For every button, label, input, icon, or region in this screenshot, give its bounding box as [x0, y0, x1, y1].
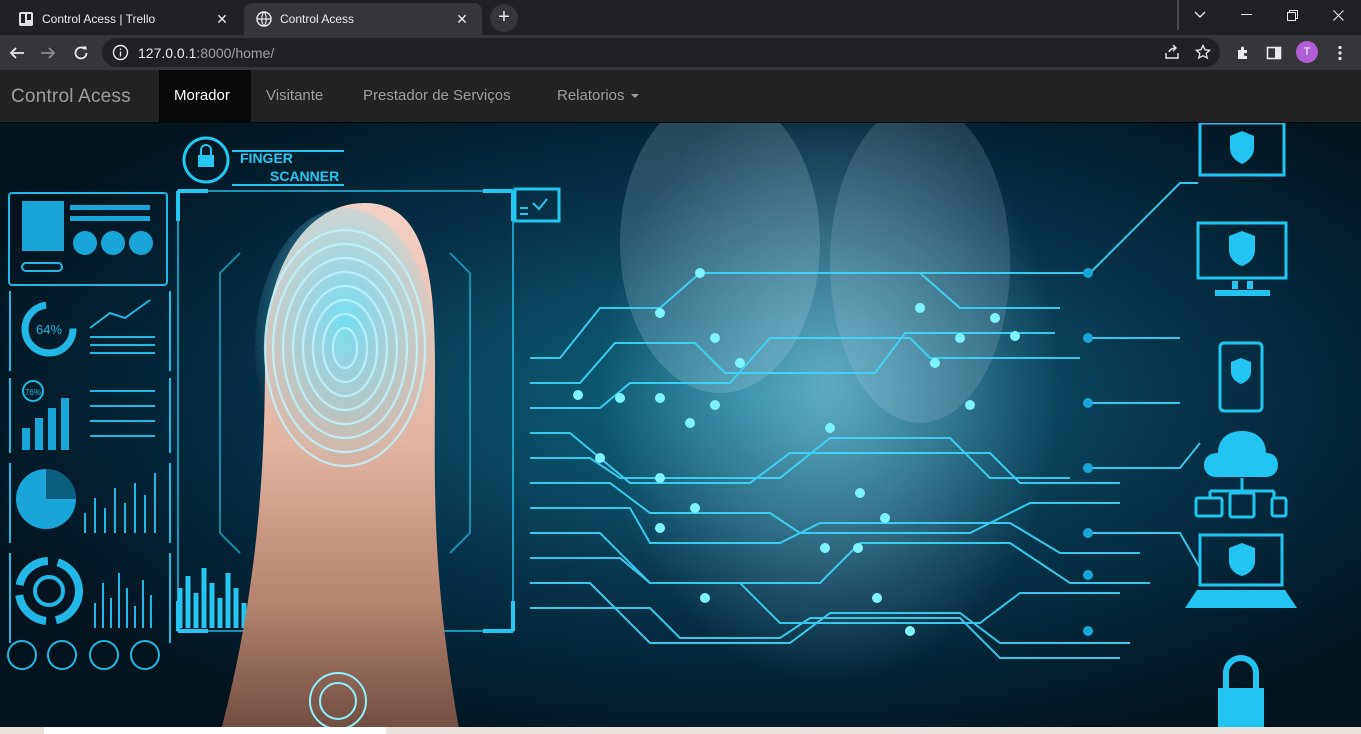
scanner-label-finger: FINGER: [240, 150, 293, 166]
tab-title: Control Acess: [280, 12, 355, 26]
tab-trello[interactable]: Control Acess | Trello ✕: [6, 3, 242, 35]
nav-prestador-de-servicos[interactable]: Prestador de Serviços: [348, 70, 526, 122]
brand[interactable]: Control Acess: [11, 86, 131, 108]
tab-close-icon[interactable]: ✕: [214, 11, 230, 27]
fingerprint-security-illustration: 64% 76% FINGER SCANNER: [0, 123, 1361, 734]
site-info-icon[interactable]: [112, 44, 129, 61]
extensions-icon[interactable]: [1233, 43, 1253, 63]
address-bar[interactable]: 127.0.0.1:8000/home/: [102, 38, 1220, 67]
close-window-icon[interactable]: [1315, 0, 1361, 30]
globe-icon: [256, 11, 272, 27]
caret-down-icon: [630, 94, 639, 99]
tab-control-acess[interactable]: Control Acess ✕: [244, 3, 482, 35]
site-navbar: Control Acess Morador Visitante Prestado…: [0, 70, 1361, 123]
scanner-label-scanner: SCANNER: [270, 168, 339, 184]
minimize-icon[interactable]: [1223, 0, 1269, 30]
window-controls: [1177, 0, 1361, 30]
bookmark-star-icon[interactable]: [1193, 42, 1213, 62]
nav-visitante[interactable]: Visitante: [251, 70, 338, 122]
gauge-small-label: 76%: [25, 388, 41, 397]
url-text: 127.0.0.1:8000/home/: [138, 45, 274, 61]
nav-morador[interactable]: Morador: [159, 70, 251, 122]
bottom-strip-highlight: [44, 727, 386, 734]
url-path: :8000/home/: [196, 45, 275, 61]
restore-icon[interactable]: [1269, 0, 1315, 30]
browser-toolbar: 127.0.0.1:8000/home/ T: [0, 35, 1361, 70]
trello-icon: [18, 11, 34, 27]
tab-search-icon[interactable]: [1177, 0, 1223, 30]
nav-relatorios-dropdown[interactable]: Relatorios: [542, 70, 654, 122]
share-icon[interactable]: [1162, 42, 1182, 62]
page-content: Control Acess Morador Visitante Prestado…: [0, 70, 1361, 734]
tab-close-icon[interactable]: ✕: [454, 11, 470, 27]
url-host: 127.0.0.1: [138, 45, 197, 61]
browser-tab-strip: Control Acess | Trello ✕ Control Acess ✕…: [0, 0, 1361, 35]
tab-title: Control Acess | Trello: [42, 12, 156, 26]
hero-banner-image: 64% 76% FINGER SCANNER: [0, 123, 1361, 734]
page-bottom-strip: [0, 727, 1361, 734]
nav-relatorios-label: Relatorios: [557, 87, 625, 104]
menu-kebab-icon[interactable]: [1330, 43, 1350, 63]
forward-icon[interactable]: [34, 39, 62, 67]
profile-avatar[interactable]: T: [1296, 41, 1318, 63]
reload-icon[interactable]: [67, 39, 95, 67]
gauge-percent-label: 64%: [36, 322, 62, 337]
back-icon[interactable]: [3, 39, 31, 67]
new-tab-button[interactable]: +: [490, 4, 518, 32]
side-panel-icon[interactable]: [1264, 43, 1284, 63]
